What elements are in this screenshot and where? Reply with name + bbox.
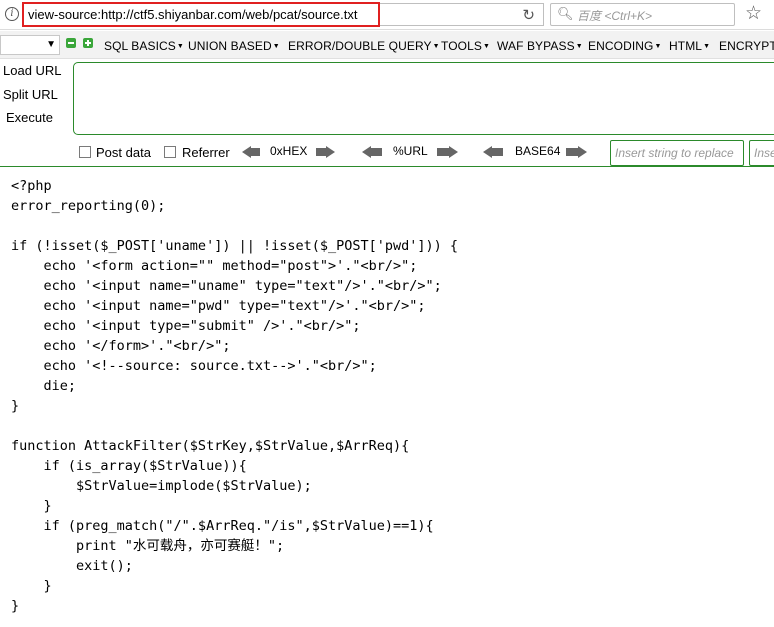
code-line: echo '<input name="uname" type="text"/>'… xyxy=(11,278,442,294)
code-line: } xyxy=(11,598,20,614)
hex-decode-bar xyxy=(250,148,260,156)
replace-string-input[interactable]: Insert string to replace xyxy=(610,140,744,166)
url-encode-arrow-icon[interactable] xyxy=(449,146,458,158)
url-decode-bar xyxy=(370,148,382,156)
base64-encode-arrow-icon[interactable] xyxy=(578,146,587,158)
replace-string-placeholder: Insert string to replace xyxy=(615,146,734,160)
search-icon: 🔍︎ xyxy=(557,6,574,21)
url-encode-bar xyxy=(437,148,449,156)
code-line: <?php xyxy=(11,178,52,194)
url-text[interactable]: view-source:http://ctf5.shiyanbar.com/we… xyxy=(28,7,357,22)
menu-union-based[interactable]: UNION BASED▼ xyxy=(188,39,280,53)
code-line: if (preg_match("/".$ArrReq."/is",$StrVal… xyxy=(11,518,434,534)
menu-error-double-query[interactable]: ERROR/DOUBLE QUERY▼ xyxy=(288,39,440,53)
referrer-checkbox[interactable] xyxy=(164,146,176,158)
code-line: echo '<!--source: source.txt-->'."<br/>"… xyxy=(11,358,377,374)
navigation-bar: i view-source:http://ctf5.shiyanbar.com/… xyxy=(0,0,774,30)
reload-icon[interactable]: ↻ xyxy=(522,6,535,24)
hackbar-menu-row: ▼ SQL BASICS▼ UNION BASED▼ ERROR/DOUBLE … xyxy=(0,31,774,59)
post-data-label: Post data xyxy=(96,145,151,160)
source-code-view: <?php error_reporting(0);if (!isset($_POS… xyxy=(11,176,771,616)
code-line: echo '<input name="pwd" type="text"/>'."… xyxy=(11,298,426,314)
menu-encryption[interactable]: ENCRYPTI xyxy=(719,39,774,53)
menu-html[interactable]: HTML▼ xyxy=(669,39,710,53)
hackbar-dropdown[interactable]: ▼ xyxy=(0,35,60,55)
hex-encode-arrow-icon[interactable] xyxy=(326,146,335,158)
base64-label: BASE64 xyxy=(515,144,561,158)
menu-sql-basics[interactable]: SQL BASICS▼ xyxy=(104,39,184,53)
hackbar-url-textarea[interactable] xyxy=(73,62,774,135)
code-line: echo '<input type="submit" />'."<br/>"; xyxy=(11,318,361,334)
code-line: error_reporting(0); xyxy=(11,198,166,214)
increase-icon[interactable] xyxy=(83,38,93,48)
code-line: } xyxy=(11,498,52,514)
dropdown-arrow-icon: ▼ xyxy=(46,39,56,50)
search-input[interactable]: 🔍︎ 百度 <Ctrl+K> xyxy=(550,3,735,26)
replacement-string-input[interactable]: Inse xyxy=(749,140,774,166)
menu-tools[interactable]: TOOLS▼ xyxy=(441,39,490,53)
code-line: } xyxy=(11,578,52,594)
hex-encode-bar xyxy=(316,148,326,156)
menu-encoding[interactable]: ENCODING▼ xyxy=(588,39,662,53)
replacement-string-placeholder: Inse xyxy=(754,146,774,160)
address-bar-extension[interactable]: ↻ xyxy=(380,3,544,26)
code-line: exit(); xyxy=(11,558,133,574)
code-line: echo '<form action="" method="post">'."<… xyxy=(11,258,418,274)
bookmark-star-icon[interactable]: ☆ xyxy=(745,2,762,25)
code-line: if (!isset($_POST['uname']) || !isset($_… xyxy=(11,238,459,254)
post-data-checkbox[interactable] xyxy=(79,146,91,158)
code-line: $StrValue=implode($StrValue); xyxy=(11,478,312,494)
code-line: die; xyxy=(11,378,77,394)
split-url-button[interactable]: Split URL xyxy=(3,87,58,102)
code-line: if (is_array($StrValue)){ xyxy=(11,458,247,474)
menu-waf-bypass[interactable]: WAF BYPASS▼ xyxy=(497,39,583,53)
code-line: print "水可载舟，亦可赛艇！"; xyxy=(11,538,285,554)
code-line: echo '</form>'."<br/>"; xyxy=(11,338,231,354)
info-icon[interactable]: i xyxy=(5,7,19,21)
address-bar[interactable]: view-source:http://ctf5.shiyanbar.com/we… xyxy=(22,2,380,27)
base64-encode-bar xyxy=(566,148,578,156)
url-encode-label: %URL xyxy=(393,144,428,158)
execute-button[interactable]: Execute xyxy=(6,110,53,125)
code-line: function AttackFilter($StrKey,$StrValue,… xyxy=(11,438,410,454)
hackbar-options-row: Post data Referrer 0xHEX %URL BASE64 Ins… xyxy=(0,139,774,167)
decrease-icon[interactable] xyxy=(66,38,76,48)
search-placeholder: 百度 <Ctrl+K> xyxy=(577,9,653,23)
base64-decode-bar xyxy=(491,148,503,156)
hackbar-toolbar: ▼ SQL BASICS▼ UNION BASED▼ ERROR/DOUBLE … xyxy=(0,31,774,167)
code-line: } xyxy=(11,398,20,414)
hex-label: 0xHEX xyxy=(270,144,308,158)
referrer-label: Referrer xyxy=(182,145,230,160)
load-url-button[interactable]: Load URL xyxy=(3,63,62,78)
